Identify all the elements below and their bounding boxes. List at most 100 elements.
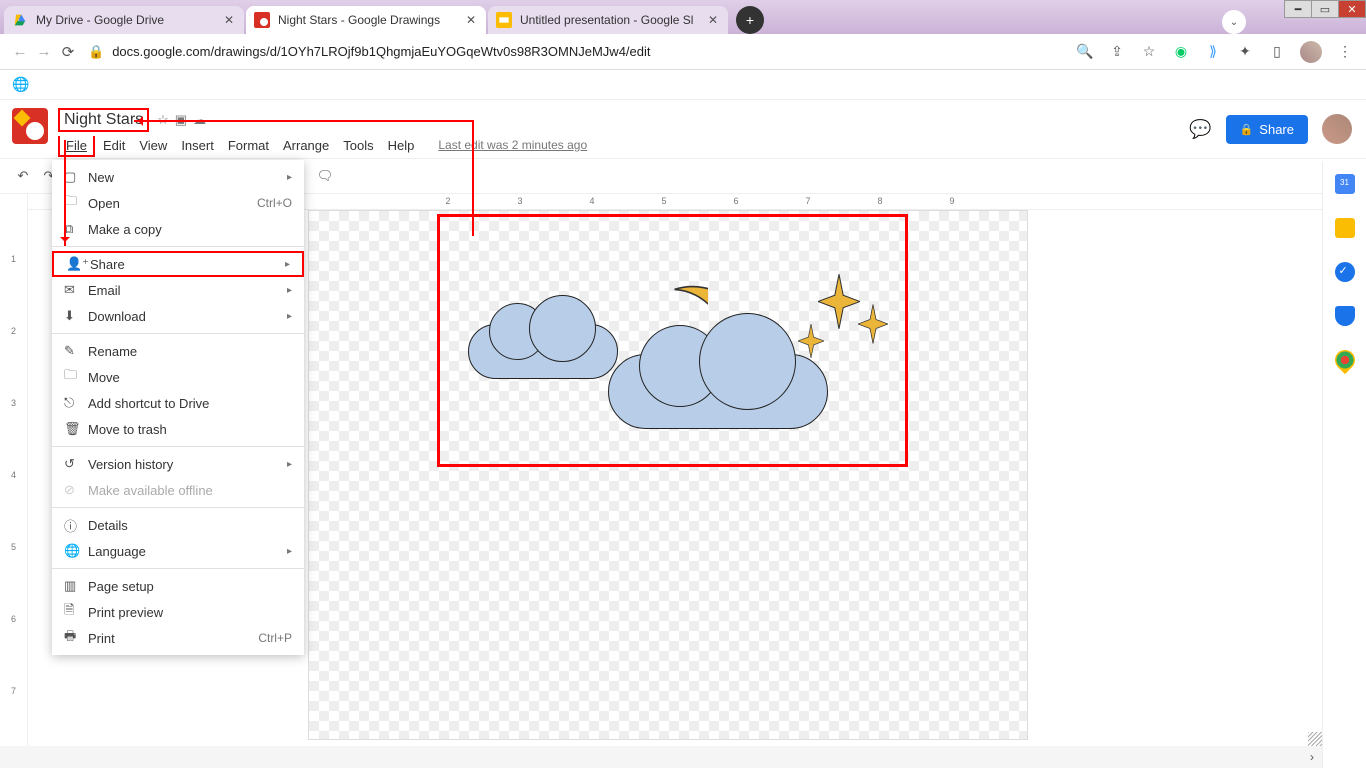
- address-bar[interactable]: 🔒docs.google.com/drawings/d/1OYh7LROjf9b…: [88, 44, 1076, 60]
- back-button[interactable]: ←: [8, 43, 32, 60]
- menu-item-version-history[interactable]: ↺Version history▸: [52, 451, 304, 477]
- star-shape[interactable]: [798, 324, 824, 358]
- share-button[interactable]: 🔒 Share: [1226, 115, 1308, 144]
- window-maximize-button[interactable]: ▭: [1311, 0, 1339, 18]
- menu-view[interactable]: View: [133, 136, 173, 157]
- tab-title: Untitled presentation - Google Sl: [520, 13, 706, 27]
- star-shape[interactable]: [818, 274, 860, 329]
- print-icon: 🖶: [64, 627, 88, 649]
- undo-icon[interactable]: ↶: [10, 168, 36, 184]
- chevron-right-icon: ▸: [287, 459, 292, 470]
- page-setup-icon: ▥: [64, 578, 88, 594]
- app-header: Night Stars ☆ ▣ ☁ File Edit View Insert …: [0, 100, 1366, 158]
- chevron-right-icon: ▸: [285, 259, 290, 270]
- globe-icon[interactable]: 🌐: [12, 76, 29, 93]
- account-avatar[interactable]: [1322, 114, 1352, 144]
- slides-icon: [496, 12, 512, 28]
- menu-item-page-setup[interactable]: ▥Page setup: [52, 573, 304, 599]
- menu-item-details[interactable]: ⓘDetails: [52, 512, 304, 538]
- drive-icon: [12, 12, 28, 28]
- document-icon: ▢: [64, 169, 88, 185]
- copy-icon: ⧉: [64, 221, 88, 237]
- menu-insert[interactable]: Insert: [175, 136, 220, 157]
- menu-item-make-copy[interactable]: ⧉Make a copy: [52, 216, 304, 242]
- browser-tab-active[interactable]: Night Stars - Google Drawings ✕: [246, 6, 486, 34]
- new-tab-button[interactable]: +: [736, 6, 764, 34]
- folder-icon: 🗀: [64, 192, 88, 214]
- menu-separator: [52, 246, 304, 247]
- drawings-logo[interactable]: [12, 108, 48, 144]
- keep-icon[interactable]: [1335, 218, 1355, 238]
- tab-title: Night Stars - Google Drawings: [278, 13, 464, 27]
- reading-list-icon[interactable]: ▯: [1268, 43, 1286, 61]
- drawings-icon: [254, 12, 270, 28]
- menu-item-trash[interactable]: 🗑Move to trash: [52, 416, 304, 442]
- menu-item-print-preview[interactable]: 🗎Print preview: [52, 599, 304, 625]
- menu-separator: [52, 446, 304, 447]
- menu-item-language[interactable]: 🌐Language▸: [52, 538, 304, 564]
- menu-separator: [52, 507, 304, 508]
- calendar-icon[interactable]: [1335, 174, 1355, 194]
- close-icon[interactable]: ✕: [222, 13, 236, 27]
- menu-format[interactable]: Format: [222, 136, 275, 157]
- menu-item-download[interactable]: ⬇Download▸: [52, 303, 304, 329]
- comment-add-icon[interactable]: 🗨: [312, 168, 338, 184]
- tab-overflow-button[interactable]: ⌄: [1222, 10, 1246, 34]
- chevron-right-icon: ▸: [287, 285, 292, 296]
- menu-item-add-shortcut[interactable]: ⎋Add shortcut to Drive: [52, 390, 304, 416]
- bookmark-icon[interactable]: ☆: [1140, 43, 1158, 61]
- person-add-icon: 👤⁺: [66, 256, 90, 272]
- extensions-icon[interactable]: ✦: [1236, 43, 1254, 61]
- cloud-shape[interactable]: [468, 324, 618, 379]
- forward-button: →: [32, 43, 56, 60]
- menu-tools[interactable]: Tools: [337, 136, 379, 157]
- share-url-icon[interactable]: ⇪: [1108, 43, 1126, 61]
- browser-tab-slides[interactable]: Untitled presentation - Google Sl ✕: [488, 6, 728, 34]
- chevron-right-icon[interactable]: ›: [1310, 750, 1314, 764]
- menu-help[interactable]: Help: [382, 136, 421, 157]
- browser-tab-drive[interactable]: My Drive - Google Drive ✕: [4, 6, 244, 34]
- menu-edit[interactable]: Edit: [97, 136, 131, 157]
- horizontal-scrollbar[interactable]: ›: [0, 746, 1322, 768]
- menu-arrange[interactable]: Arrange: [277, 136, 335, 157]
- maps-icon[interactable]: [1330, 346, 1358, 374]
- close-icon[interactable]: ✕: [706, 13, 720, 27]
- cloud-shape[interactable]: [608, 354, 828, 429]
- browser-menu-icon[interactable]: ⋮: [1336, 43, 1354, 61]
- contacts-icon[interactable]: [1335, 306, 1355, 326]
- annotation-line: [472, 120, 474, 236]
- browser-toolbar: ← → ⟳ 🔒docs.google.com/drawings/d/1OYh7L…: [0, 34, 1366, 70]
- menu-item-email[interactable]: ✉Email▸: [52, 277, 304, 303]
- chevron-right-icon: ▸: [287, 546, 292, 557]
- lock-icon: 🔒: [88, 44, 104, 59]
- last-edit-link[interactable]: Last edit was 2 minutes ago: [432, 136, 593, 157]
- menu-item-move[interactable]: 🗀Move: [52, 364, 304, 390]
- preview-icon: 🗎: [64, 601, 88, 623]
- lock-icon: 🔒: [1240, 123, 1254, 136]
- extension-icon[interactable]: ◉: [1172, 43, 1190, 61]
- close-icon[interactable]: ✕: [464, 13, 478, 27]
- bookmark-bar: 🌐: [0, 70, 1366, 100]
- menu-item-share[interactable]: 👤⁺Share▸: [52, 251, 304, 277]
- comments-icon[interactable]: 💬: [1189, 119, 1211, 140]
- shortcut-icon: ⎋: [64, 395, 88, 411]
- browser-tabbar: My Drive - Google Drive ✕ Night Stars - …: [0, 0, 1366, 34]
- canvas-resize-handle[interactable]: [1308, 732, 1322, 746]
- download-icon: ⬇: [64, 308, 88, 324]
- reload-button[interactable]: ⟳: [56, 43, 80, 61]
- side-panel: [1322, 162, 1366, 768]
- star-shape[interactable]: [858, 304, 888, 344]
- zoom-icon[interactable]: 🔍: [1076, 43, 1094, 61]
- cast-icon[interactable]: ⟫: [1204, 43, 1222, 61]
- window-minimize-button[interactable]: ━: [1284, 0, 1312, 18]
- menu-item-rename[interactable]: ✎Rename: [52, 338, 304, 364]
- menu-item-print[interactable]: 🖶PrintCtrl+P: [52, 625, 304, 651]
- window-close-button[interactable]: ✕: [1338, 0, 1366, 18]
- menu-item-open[interactable]: 🗀OpenCtrl+O: [52, 190, 304, 216]
- profile-avatar[interactable]: [1300, 41, 1322, 63]
- tasks-icon[interactable]: [1335, 262, 1355, 282]
- menu-item-new[interactable]: ▢New▸: [52, 164, 304, 190]
- info-icon: ⓘ: [64, 516, 88, 535]
- rename-icon: ✎: [64, 343, 88, 359]
- globe-icon: 🌐: [64, 543, 88, 559]
